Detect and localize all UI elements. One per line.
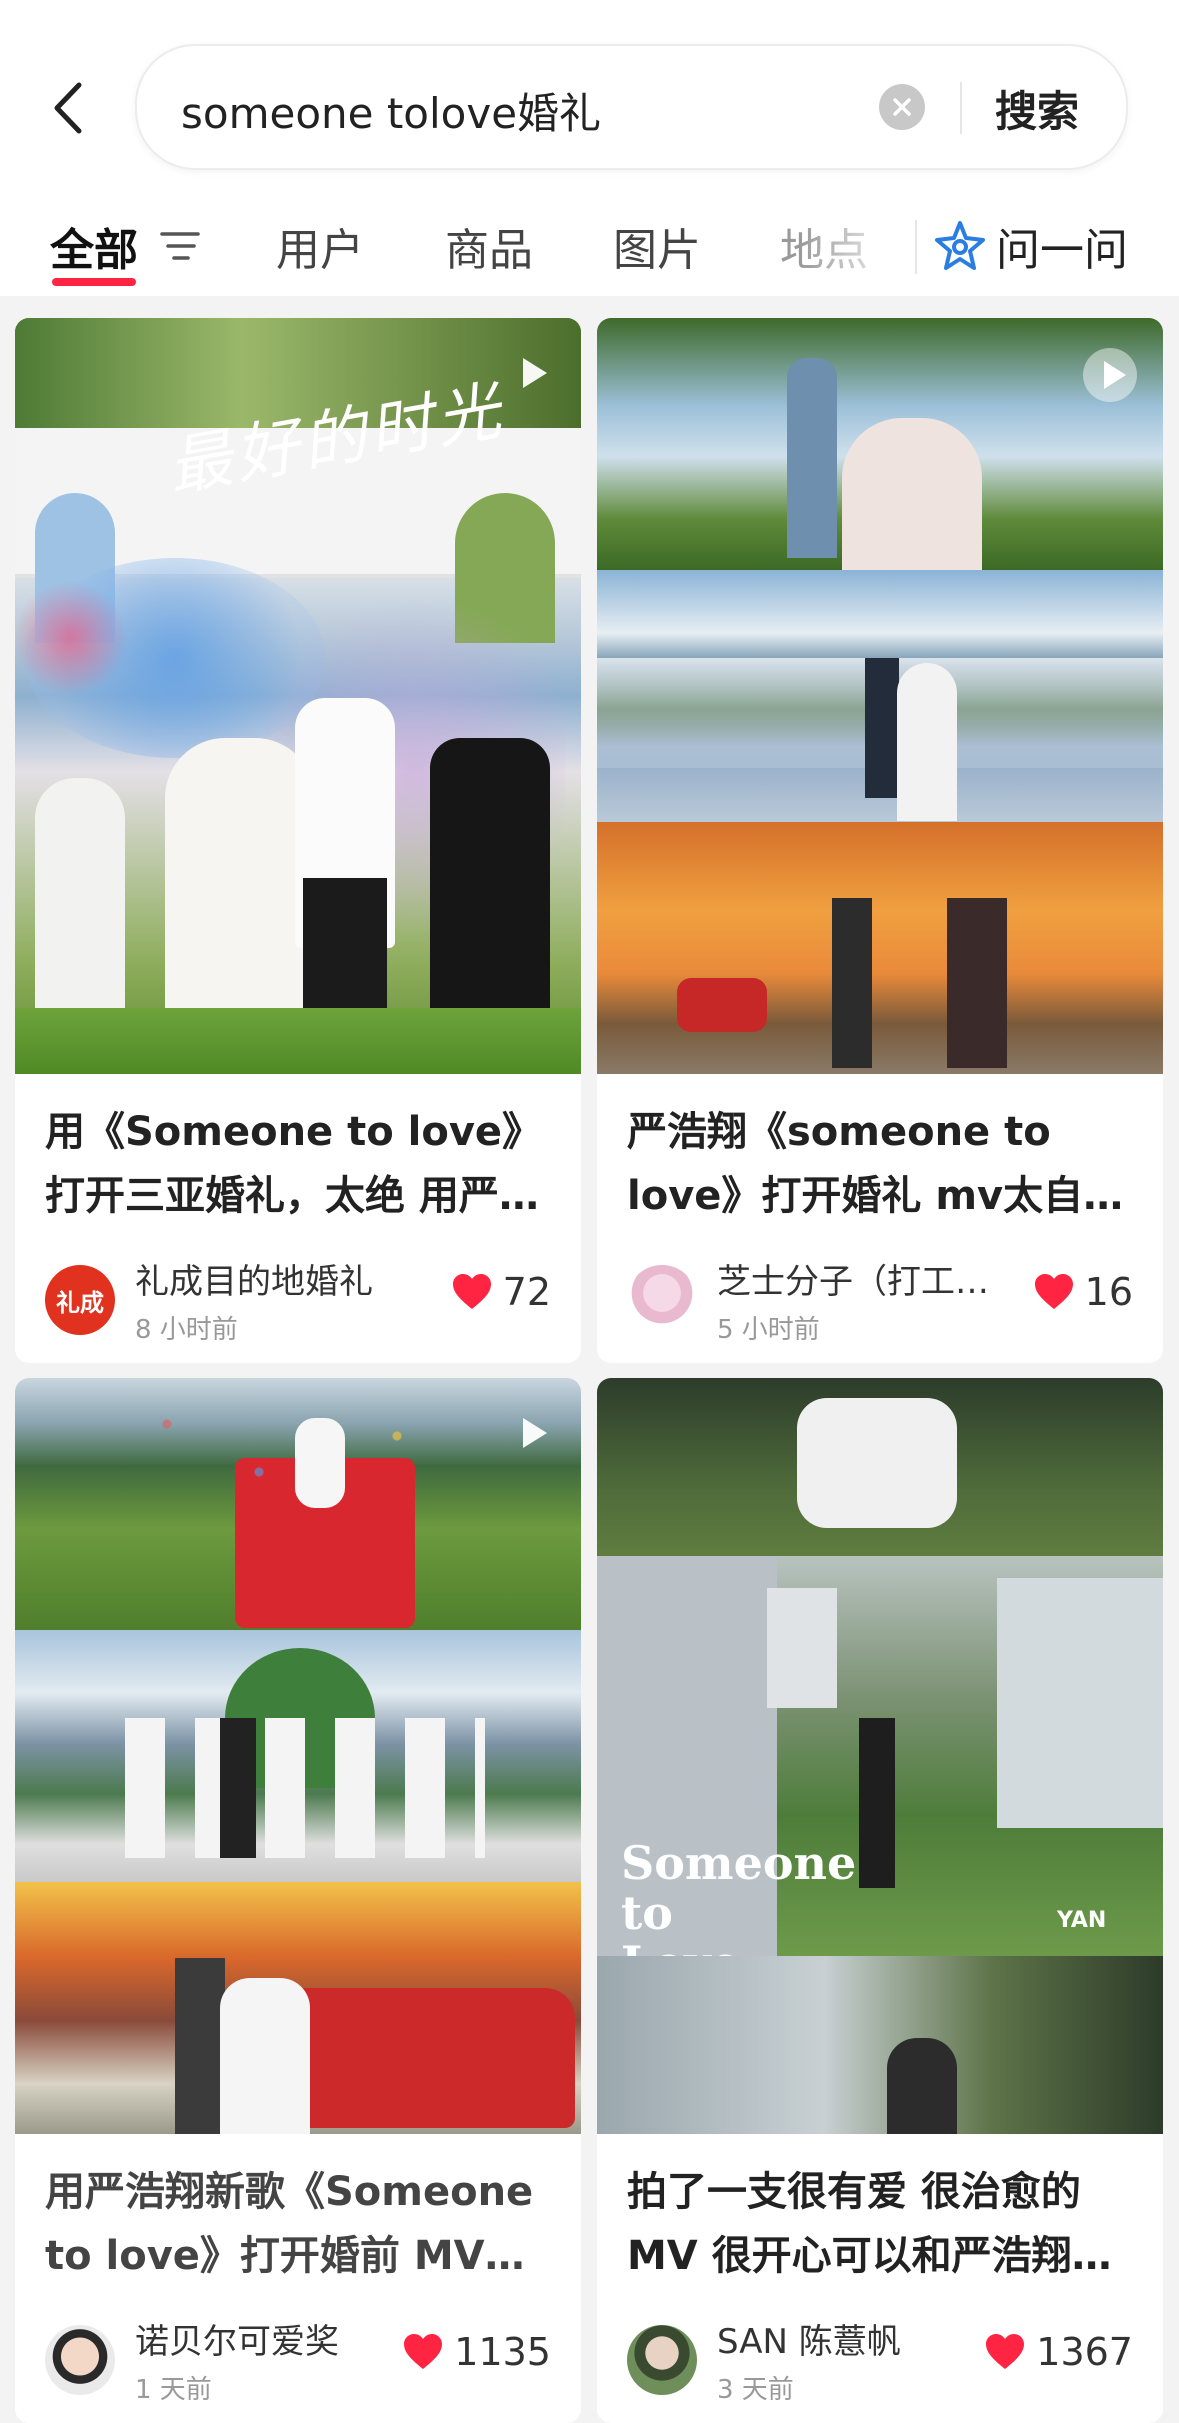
divider	[915, 220, 917, 274]
author-info[interactable]: 芝士分子（打工… 5 小时前	[627, 1254, 989, 1346]
note-card[interactable]: Someone to Love YAN 拍了一支很有爱 很治愈的 MV 很开心可…	[597, 1378, 1163, 2423]
cover-image[interactable]	[597, 318, 1163, 1074]
divider	[960, 82, 962, 134]
author-info[interactable]: 礼成 礼成目的地婚礼 8 小时前	[45, 1254, 373, 1346]
avatar[interactable]	[45, 2325, 115, 2395]
tab-users[interactable]: 用户	[276, 214, 364, 278]
like-count: 16	[1084, 1270, 1133, 1314]
avatar[interactable]: 礼成	[45, 1265, 115, 1335]
author-info[interactable]: 诺贝尔可爱奖 1 天前	[45, 2314, 339, 2406]
avatar[interactable]	[627, 1265, 697, 1335]
video-play-icon	[523, 1418, 547, 1448]
active-tab-indicator	[52, 278, 136, 286]
like-button[interactable]: 16	[1033, 1270, 1133, 1314]
cover-image[interactable]: 最好的时光	[15, 318, 581, 1074]
heart-icon	[452, 1274, 491, 1309]
post-time: 8 小时前	[135, 1315, 238, 1345]
post-time: 5 小时前	[717, 1315, 820, 1345]
filter-tabs: 全部 用户 商品 图片 地点 问一问	[0, 196, 1179, 296]
video-play-icon	[1083, 348, 1137, 402]
back-button[interactable]	[44, 72, 92, 144]
search-bar[interactable]: someone tolove婚礼 搜索	[135, 44, 1128, 170]
tab-images[interactable]: 图片	[613, 214, 701, 278]
author-name[interactable]: 芝士分子（打工…	[717, 1254, 989, 1303]
author-info[interactable]: SAN 陈薏帆 3 天前	[627, 2314, 901, 2406]
note-title[interactable]: 用《Someone to love》打开三亚婚礼，太绝 用严…	[45, 1100, 555, 1228]
cover-watermark: YAN	[1057, 1908, 1107, 1933]
clear-search-button[interactable]	[879, 84, 925, 130]
avatar[interactable]	[627, 2325, 697, 2395]
ask-button[interactable]: 问一问	[996, 214, 1128, 278]
cover-image[interactable]	[15, 1378, 581, 2134]
heart-icon	[1034, 1274, 1073, 1309]
note-title[interactable]: 拍了一支很有爱 很治愈的 MV 很开心可以和严浩翔…	[627, 2160, 1137, 2288]
note-card[interactable]: 最好的时光 用《Someone to love》打开三亚婚礼，太绝 用严… 礼成…	[15, 318, 581, 1363]
author-name[interactable]: 礼成目的地婚礼	[135, 1254, 373, 1303]
like-button[interactable]: 72	[451, 1270, 551, 1314]
like-count: 1367	[1036, 2330, 1133, 2374]
like-button[interactable]: 1367	[984, 2330, 1133, 2374]
filter-icon[interactable]	[160, 226, 200, 266]
chevron-left-icon	[54, 82, 82, 134]
video-play-icon	[523, 358, 547, 388]
note-card[interactable]: 严浩翔《someone to love》打开婚礼 mv太自… 芝士分子（打工… …	[597, 318, 1163, 1363]
heart-icon	[986, 2334, 1025, 2369]
top-bar: someone tolove婚礼 搜索	[0, 0, 1179, 196]
sparkle-icon[interactable]	[934, 220, 986, 272]
author-name[interactable]: SAN 陈薏帆	[717, 2314, 901, 2363]
post-time: 1 天前	[135, 2375, 212, 2405]
like-count: 72	[502, 1270, 551, 1314]
cover-image[interactable]: Someone to Love YAN	[597, 1378, 1163, 2134]
tab-products[interactable]: 商品	[445, 214, 533, 278]
search-button[interactable]: 搜索	[995, 78, 1079, 139]
like-count: 1135	[454, 2330, 551, 2374]
heart-icon	[404, 2334, 443, 2369]
like-button[interactable]: 1135	[402, 2330, 551, 2374]
search-input[interactable]: someone tolove婚礼	[181, 80, 601, 141]
note-title[interactable]: 严浩翔《someone to love》打开婚礼 mv太自…	[627, 1100, 1137, 1228]
tab-fade	[800, 196, 910, 296]
close-icon	[893, 98, 911, 116]
note-title[interactable]: 用严浩翔新歌《Someone to love》打开婚前 MV…	[45, 2160, 555, 2288]
note-card[interactable]: 用严浩翔新歌《Someone to love》打开婚前 MV… 诺贝尔可爱奖 1…	[15, 1378, 581, 2423]
tab-all[interactable]: 全部	[50, 214, 138, 278]
post-time: 3 天前	[717, 2375, 794, 2405]
author-name[interactable]: 诺贝尔可爱奖	[135, 2314, 339, 2363]
